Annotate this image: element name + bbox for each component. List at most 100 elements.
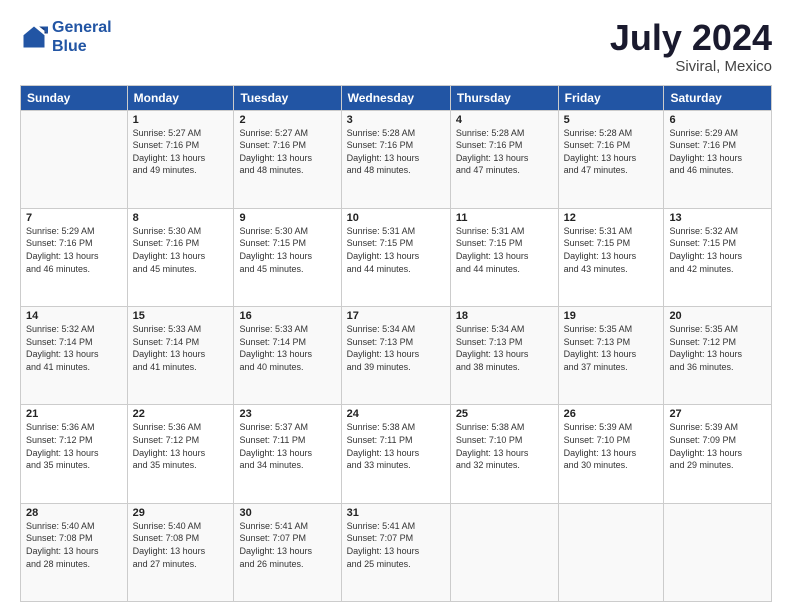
calendar-cell: 16Sunrise: 5:33 AMSunset: 7:14 PMDayligh…	[234, 307, 341, 405]
day-number: 31	[347, 507, 445, 519]
day-number: 4	[456, 114, 553, 126]
calendar-cell	[450, 503, 558, 601]
page: General Blue July 2024 Siviral, Mexico S…	[0, 0, 792, 612]
calendar-cell: 4Sunrise: 5:28 AMSunset: 7:16 PMDaylight…	[450, 110, 558, 208]
calendar-cell: 21Sunrise: 5:36 AMSunset: 7:12 PMDayligh…	[21, 405, 128, 503]
day-info: Sunrise: 5:31 AMSunset: 7:15 PMDaylight:…	[456, 225, 553, 275]
calendar-cell: 8Sunrise: 5:30 AMSunset: 7:16 PMDaylight…	[127, 208, 234, 306]
calendar-header-row: SundayMondayTuesdayWednesdayThursdayFrid…	[21, 85, 772, 110]
logo-icon	[20, 23, 48, 51]
day-info: Sunrise: 5:40 AMSunset: 7:08 PMDaylight:…	[133, 520, 229, 570]
calendar-cell: 5Sunrise: 5:28 AMSunset: 7:16 PMDaylight…	[558, 110, 664, 208]
calendar-cell: 28Sunrise: 5:40 AMSunset: 7:08 PMDayligh…	[21, 503, 128, 601]
day-number: 18	[456, 310, 553, 322]
day-number: 17	[347, 310, 445, 322]
day-info: Sunrise: 5:39 AMSunset: 7:09 PMDaylight:…	[669, 421, 766, 471]
day-header: Thursday	[450, 85, 558, 110]
calendar-cell: 30Sunrise: 5:41 AMSunset: 7:07 PMDayligh…	[234, 503, 341, 601]
header: General Blue July 2024 Siviral, Mexico	[20, 18, 772, 75]
day-info: Sunrise: 5:30 AMSunset: 7:15 PMDaylight:…	[239, 225, 335, 275]
day-info: Sunrise: 5:32 AMSunset: 7:14 PMDaylight:…	[26, 323, 122, 373]
day-info: Sunrise: 5:39 AMSunset: 7:10 PMDaylight:…	[564, 421, 659, 471]
calendar-cell	[558, 503, 664, 601]
day-info: Sunrise: 5:28 AMSunset: 7:16 PMDaylight:…	[456, 127, 553, 177]
calendar-cell: 27Sunrise: 5:39 AMSunset: 7:09 PMDayligh…	[664, 405, 772, 503]
day-number: 6	[669, 114, 766, 126]
day-number: 1	[133, 114, 229, 126]
day-number: 10	[347, 212, 445, 224]
day-info: Sunrise: 5:41 AMSunset: 7:07 PMDaylight:…	[239, 520, 335, 570]
day-number: 21	[26, 408, 122, 420]
day-info: Sunrise: 5:38 AMSunset: 7:11 PMDaylight:…	[347, 421, 445, 471]
day-info: Sunrise: 5:27 AMSunset: 7:16 PMDaylight:…	[133, 127, 229, 177]
day-header: Wednesday	[341, 85, 450, 110]
day-number: 20	[669, 310, 766, 322]
calendar-cell	[664, 503, 772, 601]
day-number: 30	[239, 507, 335, 519]
day-number: 19	[564, 310, 659, 322]
day-info: Sunrise: 5:27 AMSunset: 7:16 PMDaylight:…	[239, 127, 335, 177]
calendar-week-row: 7Sunrise: 5:29 AMSunset: 7:16 PMDaylight…	[21, 208, 772, 306]
day-number: 26	[564, 408, 659, 420]
calendar-cell: 14Sunrise: 5:32 AMSunset: 7:14 PMDayligh…	[21, 307, 128, 405]
calendar-cell: 12Sunrise: 5:31 AMSunset: 7:15 PMDayligh…	[558, 208, 664, 306]
day-header: Monday	[127, 85, 234, 110]
calendar-cell: 6Sunrise: 5:29 AMSunset: 7:16 PMDaylight…	[664, 110, 772, 208]
day-number: 28	[26, 507, 122, 519]
day-info: Sunrise: 5:33 AMSunset: 7:14 PMDaylight:…	[239, 323, 335, 373]
day-info: Sunrise: 5:40 AMSunset: 7:08 PMDaylight:…	[26, 520, 122, 570]
day-header: Saturday	[664, 85, 772, 110]
calendar-cell: 1Sunrise: 5:27 AMSunset: 7:16 PMDaylight…	[127, 110, 234, 208]
day-number: 12	[564, 212, 659, 224]
calendar-cell: 2Sunrise: 5:27 AMSunset: 7:16 PMDaylight…	[234, 110, 341, 208]
calendar-cell: 23Sunrise: 5:37 AMSunset: 7:11 PMDayligh…	[234, 405, 341, 503]
day-info: Sunrise: 5:31 AMSunset: 7:15 PMDaylight:…	[347, 225, 445, 275]
calendar-cell: 22Sunrise: 5:36 AMSunset: 7:12 PMDayligh…	[127, 405, 234, 503]
day-number: 29	[133, 507, 229, 519]
day-number: 14	[26, 310, 122, 322]
calendar-cell: 29Sunrise: 5:40 AMSunset: 7:08 PMDayligh…	[127, 503, 234, 601]
logo: General Blue	[20, 18, 112, 56]
calendar-cell: 9Sunrise: 5:30 AMSunset: 7:15 PMDaylight…	[234, 208, 341, 306]
day-number: 24	[347, 408, 445, 420]
day-info: Sunrise: 5:41 AMSunset: 7:07 PMDaylight:…	[347, 520, 445, 570]
day-info: Sunrise: 5:31 AMSunset: 7:15 PMDaylight:…	[564, 225, 659, 275]
day-number: 7	[26, 212, 122, 224]
day-number: 8	[133, 212, 229, 224]
day-number: 16	[239, 310, 335, 322]
day-number: 9	[239, 212, 335, 224]
calendar-cell: 3Sunrise: 5:28 AMSunset: 7:16 PMDaylight…	[341, 110, 450, 208]
day-number: 23	[239, 408, 335, 420]
main-title: July 2024	[610, 18, 772, 58]
calendar-cell: 18Sunrise: 5:34 AMSunset: 7:13 PMDayligh…	[450, 307, 558, 405]
day-info: Sunrise: 5:35 AMSunset: 7:12 PMDaylight:…	[669, 323, 766, 373]
calendar-cell: 15Sunrise: 5:33 AMSunset: 7:14 PMDayligh…	[127, 307, 234, 405]
calendar-cell: 24Sunrise: 5:38 AMSunset: 7:11 PMDayligh…	[341, 405, 450, 503]
day-info: Sunrise: 5:34 AMSunset: 7:13 PMDaylight:…	[456, 323, 553, 373]
subtitle: Siviral, Mexico	[610, 58, 772, 75]
calendar-cell: 11Sunrise: 5:31 AMSunset: 7:15 PMDayligh…	[450, 208, 558, 306]
day-info: Sunrise: 5:33 AMSunset: 7:14 PMDaylight:…	[133, 323, 229, 373]
day-number: 15	[133, 310, 229, 322]
day-info: Sunrise: 5:36 AMSunset: 7:12 PMDaylight:…	[133, 421, 229, 471]
day-info: Sunrise: 5:28 AMSunset: 7:16 PMDaylight:…	[564, 127, 659, 177]
day-number: 3	[347, 114, 445, 126]
calendar-cell: 7Sunrise: 5:29 AMSunset: 7:16 PMDaylight…	[21, 208, 128, 306]
calendar-cell: 19Sunrise: 5:35 AMSunset: 7:13 PMDayligh…	[558, 307, 664, 405]
day-info: Sunrise: 5:28 AMSunset: 7:16 PMDaylight:…	[347, 127, 445, 177]
logo-line2: Blue	[52, 38, 87, 55]
day-header: Tuesday	[234, 85, 341, 110]
day-info: Sunrise: 5:34 AMSunset: 7:13 PMDaylight:…	[347, 323, 445, 373]
day-info: Sunrise: 5:37 AMSunset: 7:11 PMDaylight:…	[239, 421, 335, 471]
logo-line1: General	[52, 19, 112, 36]
day-info: Sunrise: 5:35 AMSunset: 7:13 PMDaylight:…	[564, 323, 659, 373]
day-number: 27	[669, 408, 766, 420]
day-number: 25	[456, 408, 553, 420]
day-info: Sunrise: 5:32 AMSunset: 7:15 PMDaylight:…	[669, 225, 766, 275]
logo-text: General Blue	[52, 18, 112, 56]
day-header: Sunday	[21, 85, 128, 110]
calendar-cell	[21, 110, 128, 208]
day-info: Sunrise: 5:29 AMSunset: 7:16 PMDaylight:…	[669, 127, 766, 177]
calendar-week-row: 14Sunrise: 5:32 AMSunset: 7:14 PMDayligh…	[21, 307, 772, 405]
calendar-cell: 13Sunrise: 5:32 AMSunset: 7:15 PMDayligh…	[664, 208, 772, 306]
